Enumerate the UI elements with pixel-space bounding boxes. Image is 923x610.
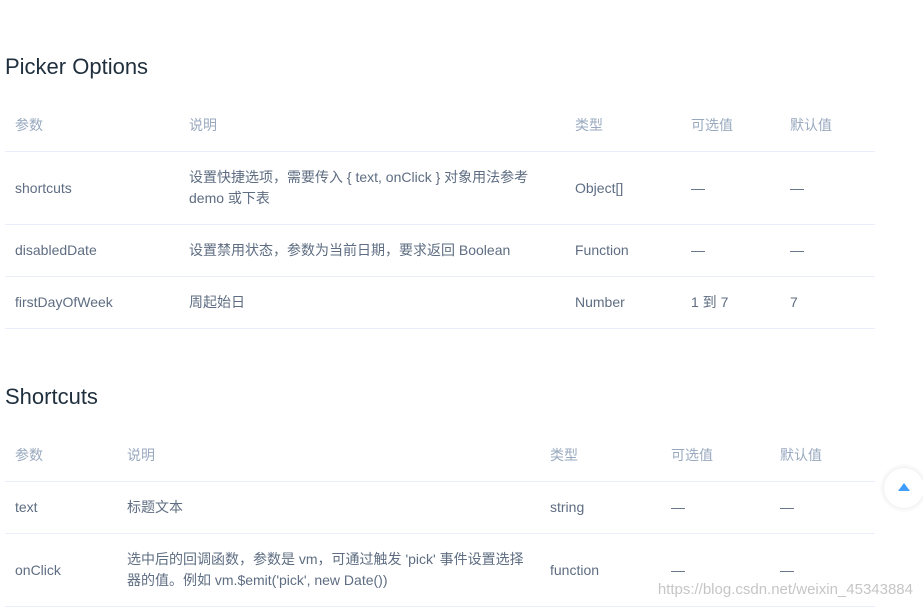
cell-accepted-values: 1 到 7: [681, 276, 780, 329]
caret-up-icon: [898, 483, 910, 491]
watermark: https://blog.csdn.net/weixin_45343884: [657, 581, 913, 598]
cell-type: Number: [565, 276, 681, 329]
cell-description: 选中后的回调函数，参数是 vm，可通过触发 'pick' 事件设置选择器的值。例…: [117, 533, 540, 607]
cell-accepted-values: —: [661, 481, 770, 534]
cell-default: —: [780, 224, 875, 277]
cell-description: 设置快捷选项，需要传入 { text, onClick } 对象用法参考 dem…: [179, 151, 565, 225]
picker-options-table: 参数 说明 类型 可选值 默认值 shortcuts 设置快捷选项，需要传入 {…: [5, 98, 875, 329]
picker-options-title: Picker Options: [5, 54, 149, 79]
cell-default: 7: [780, 276, 875, 329]
cell-accepted-values: —: [681, 151, 780, 225]
table-header-row: 参数 说明 类型 可选值 默认值: [5, 98, 875, 152]
table-row: shortcuts 设置快捷选项，需要传入 { text, onClick } …: [5, 151, 875, 225]
cell-default: —: [780, 151, 875, 225]
table-row: text 标题文本 string — —: [5, 481, 875, 534]
cell-type: string: [540, 481, 661, 534]
cell-param: disabledDate: [5, 224, 179, 277]
cell-param: firstDayOfWeek: [5, 276, 179, 329]
header-description: 说明: [117, 428, 540, 482]
header-accepted-values: 可选值: [681, 98, 780, 152]
header-param: 参数: [5, 98, 179, 152]
shortcuts-title: Shortcuts: [5, 384, 98, 409]
table-row: firstDayOfWeek 周起始日 Number 1 到 7 7: [5, 276, 875, 329]
header-type: 类型: [540, 428, 661, 482]
cell-type: Object[]: [565, 151, 681, 225]
cell-type: function: [540, 533, 661, 607]
header-description: 说明: [179, 98, 565, 152]
header-default: 默认值: [780, 98, 875, 152]
cell-param: shortcuts: [5, 151, 179, 225]
cell-accepted-values: —: [681, 224, 780, 277]
table-header-row: 参数 说明 类型 可选值 默认值: [5, 428, 875, 482]
header-param: 参数: [5, 428, 117, 482]
header-type: 类型: [565, 98, 681, 152]
cell-default: —: [770, 481, 875, 534]
cell-description: 周起始日: [179, 276, 565, 329]
cell-param: text: [5, 481, 117, 534]
table-row: disabledDate 设置禁用状态，参数为当前日期，要求返回 Boolean…: [5, 224, 875, 277]
header-accepted-values: 可选值: [661, 428, 770, 482]
cell-description: 标题文本: [117, 481, 540, 534]
docs-page: Picker Options 参数 说明 类型 可选值 默认值 shortcut…: [0, 0, 923, 610]
cell-description: 设置禁用状态，参数为当前日期，要求返回 Boolean: [179, 224, 565, 277]
header-default: 默认值: [770, 428, 875, 482]
cell-type: Function: [565, 224, 681, 277]
back-to-top-button[interactable]: [884, 468, 923, 508]
cell-param: onClick: [5, 533, 117, 607]
